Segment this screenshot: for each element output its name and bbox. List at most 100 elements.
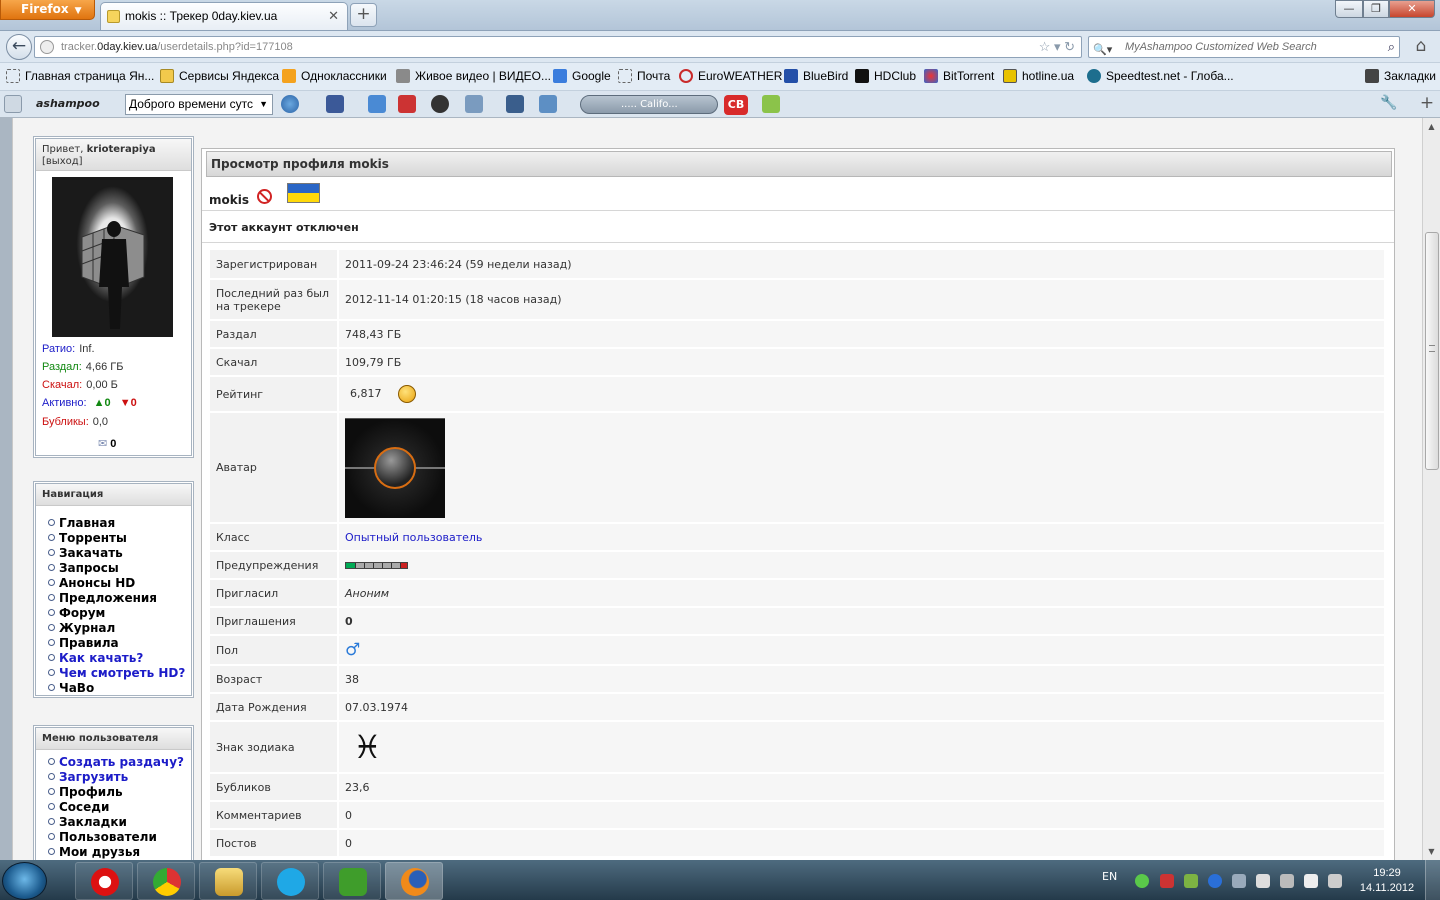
taskbar-firefox[interactable] bbox=[385, 862, 443, 900]
bluetooth-icon[interactable] bbox=[1208, 874, 1222, 888]
bookmarks-menu-button[interactable]: Закладки bbox=[1365, 63, 1436, 90]
nav-item[interactable]: Чем смотреть HD? bbox=[48, 666, 185, 681]
bookmark-item[interactable]: BlueBird bbox=[784, 63, 848, 91]
bookmark-item[interactable]: Главная страница Ян... bbox=[6, 63, 154, 91]
nav-item[interactable]: Закачать bbox=[48, 546, 185, 561]
radio-player[interactable]: ..... Califo... bbox=[580, 95, 718, 114]
puzzle-icon[interactable] bbox=[762, 95, 780, 113]
window-minimize-button[interactable]: — bbox=[1335, 0, 1363, 18]
ashampoo-logo[interactable]: ashampoo bbox=[36, 97, 100, 110]
nav-item[interactable]: Анонсы HD bbox=[48, 576, 185, 591]
facebook-icon[interactable] bbox=[326, 95, 344, 113]
search-engine-icon[interactable]: 🔍▾ bbox=[1093, 40, 1112, 60]
logout-link[interactable]: [выход] bbox=[42, 156, 83, 167]
weather-icon[interactable] bbox=[368, 95, 386, 113]
chat-icon[interactable] bbox=[539, 95, 557, 113]
nav-item[interactable]: Форум bbox=[48, 606, 185, 621]
nav-item[interactable]: ЧаВо bbox=[48, 681, 185, 696]
search-go-icon[interactable]: ⌕ bbox=[1388, 37, 1395, 57]
current-username[interactable]: krioterapiya bbox=[87, 144, 156, 155]
window-close-button[interactable]: ✕ bbox=[1389, 0, 1435, 18]
bookmark-item[interactable]: Живое видео | ВИДЕО... bbox=[396, 63, 551, 91]
hdclub-icon bbox=[855, 69, 869, 83]
nav-item[interactable]: Правила bbox=[48, 636, 185, 651]
add-toolbar-button[interactable]: + bbox=[1417, 94, 1437, 114]
bookmark-item[interactable]: hotline.ua bbox=[1003, 63, 1074, 91]
nav-item[interactable]: Как качать? bbox=[48, 651, 185, 666]
user-menu-item[interactable]: Соседи bbox=[48, 800, 184, 815]
user-class-link[interactable]: Опытный пользователь bbox=[345, 531, 482, 544]
system-clock[interactable]: 19:29 14.11.2012 bbox=[1352, 866, 1422, 896]
bookmark-item[interactable]: EuroWEATHER bbox=[679, 63, 782, 91]
scroll-down-icon[interactable]: ▼ bbox=[1423, 843, 1440, 860]
nav-item[interactable]: Журнал bbox=[48, 621, 185, 636]
video-icon bbox=[396, 69, 410, 83]
game-icon[interactable] bbox=[465, 95, 483, 113]
tray-app-icon[interactable] bbox=[1135, 874, 1149, 888]
nav-item[interactable]: Главная bbox=[48, 516, 185, 531]
user-menu-item[interactable]: Пользователи bbox=[48, 830, 184, 845]
nav-item[interactable]: Торренты bbox=[48, 531, 185, 546]
user-menu-item[interactable]: Профиль bbox=[48, 785, 184, 800]
start-button[interactable] bbox=[2, 862, 47, 900]
profile-row: Постов 0 bbox=[210, 830, 1384, 856]
media-icon[interactable] bbox=[398, 95, 416, 113]
profile-field-label: Зарегистрирован bbox=[210, 250, 339, 278]
profile-field-value: Опытный пользователь bbox=[339, 524, 1384, 550]
window-maximize-button[interactable]: ❐ bbox=[1363, 0, 1389, 18]
firefox-menu-button[interactable]: Firefox ▼ bbox=[0, 0, 95, 20]
taskbar-explorer[interactable] bbox=[199, 862, 257, 900]
home-button[interactable]: ⌂ bbox=[1408, 36, 1434, 58]
bookmark-item[interactable]: BitTorrent bbox=[924, 63, 994, 91]
divider bbox=[202, 210, 1394, 211]
bookmark-star-reload-icons[interactable]: ☆ ▾ ↻ bbox=[1039, 37, 1075, 57]
bookmark-item[interactable]: Speedtest.net - Глоба... bbox=[1087, 63, 1234, 91]
taskbar-utorrent[interactable] bbox=[323, 862, 381, 900]
tray-app-icon[interactable] bbox=[1232, 874, 1246, 888]
new-tab-button[interactable]: + bbox=[350, 3, 377, 27]
record-icon[interactable] bbox=[431, 95, 449, 113]
bookmark-item[interactable]: Сервисы Яндекса bbox=[160, 63, 279, 91]
messages-link[interactable]: ✉ 0 bbox=[98, 437, 116, 450]
bookmark-item[interactable]: Одноклассники bbox=[282, 63, 387, 91]
user-menu-item[interactable]: Создать раздачу? bbox=[48, 755, 184, 770]
toolbar-options-icon[interactable] bbox=[4, 95, 22, 113]
bookmark-item[interactable]: Google bbox=[553, 63, 611, 91]
show-desktop-button[interactable] bbox=[1425, 860, 1440, 900]
tray-app-icon[interactable] bbox=[1160, 874, 1174, 888]
tab-close-icon[interactable]: ✕ bbox=[328, 3, 339, 29]
profile-row: Пригласил Аноним bbox=[210, 580, 1384, 606]
bookmark-label: Speedtest.net - Глоба... bbox=[1106, 69, 1234, 83]
user-menu-item[interactable]: Мои друзья bbox=[48, 845, 184, 860]
taskbar-opera[interactable] bbox=[75, 862, 133, 900]
back-button[interactable]: ← bbox=[6, 34, 32, 60]
scroll-thumb[interactable] bbox=[1425, 232, 1439, 470]
taskbar-skype[interactable] bbox=[261, 862, 319, 900]
apps-icon[interactable] bbox=[506, 95, 524, 113]
bookmark-item[interactable]: HDClub bbox=[855, 63, 916, 91]
taskbar-chrome[interactable] bbox=[137, 862, 195, 900]
tray-app-icon[interactable] bbox=[1280, 874, 1294, 888]
tray-app-icon[interactable] bbox=[1184, 874, 1198, 888]
page-scrollbar[interactable]: ▲ ▼ bbox=[1422, 118, 1440, 860]
url-bar[interactable]: tracker.0day.kiev.ua/userdetails.php?id=… bbox=[34, 36, 1082, 58]
profile-field-label: Бубликов bbox=[210, 774, 339, 800]
ashampoo-select[interactable]: Доброго времени сутс ▼ bbox=[125, 94, 273, 115]
user-menu-item[interactable]: Закладки bbox=[48, 815, 184, 830]
nav-item[interactable]: Предложения bbox=[48, 591, 185, 606]
user-avatar[interactable] bbox=[52, 177, 173, 337]
network-icon[interactable] bbox=[1304, 874, 1318, 888]
browser-tab[interactable]: mokis :: Трекер 0day.kiev.ua ✕ bbox=[100, 2, 348, 30]
scroll-up-icon[interactable]: ▲ bbox=[1423, 118, 1440, 135]
nav-item[interactable]: Запросы bbox=[48, 561, 185, 576]
volume-icon[interactable] bbox=[1328, 874, 1342, 888]
language-indicator[interactable]: EN bbox=[1102, 870, 1117, 883]
bookmark-item[interactable]: Почта bbox=[618, 63, 670, 91]
search-box[interactable]: 🔍▾ MyAshampoo Customized Web Search ⌕ bbox=[1088, 36, 1400, 58]
url-host: 0day.kiev.ua bbox=[97, 41, 158, 53]
forward-arrow-icon[interactable] bbox=[281, 95, 299, 113]
wrench-icon[interactable]: 🔧 bbox=[1380, 95, 1397, 111]
user-menu-item[interactable]: Загрузить bbox=[48, 770, 184, 785]
cb-button[interactable]: CB bbox=[724, 95, 748, 115]
flag-tray-icon[interactable] bbox=[1256, 874, 1270, 888]
